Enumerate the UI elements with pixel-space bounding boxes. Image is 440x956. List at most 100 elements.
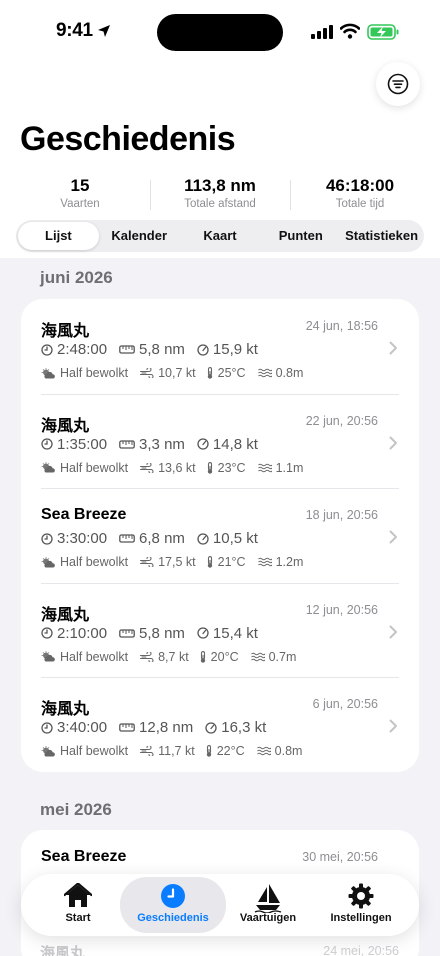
sailboat-icon (254, 884, 282, 913)
dynamic-island (157, 14, 283, 51)
stat-label: Vaarten (60, 198, 100, 210)
speedometer-icon (197, 533, 209, 545)
stat-trips: 15 Vaarten (10, 176, 150, 216)
filter-button[interactable] (376, 62, 420, 106)
trip-speed: 15,4 kt (212, 624, 258, 642)
waves-icon (257, 463, 272, 472)
segment-lijst[interactable]: Lijst (18, 222, 99, 250)
status-time: 9:41 (56, 20, 93, 41)
trip-temperature: 20°C (210, 649, 239, 664)
tab-bar: Start Geschiedenis Vaartuigen Instelling… (21, 874, 419, 936)
trip-date: 18 jun, 20:56 (305, 508, 378, 523)
trip-wind: 10,7 kt (158, 366, 196, 380)
trip-date: 22 jun, 20:56 (305, 413, 378, 428)
trip-date-faded: 24 mei, 20:56 (323, 944, 399, 956)
page-title: Geschiedenis (20, 120, 236, 158)
chevron-right-icon (389, 719, 397, 733)
trip-duration: 2:10:00 (57, 624, 108, 642)
status-bar: 9:41 (0, 0, 440, 60)
history-clock-icon (161, 884, 185, 908)
trip-temperature: 25°C (217, 366, 246, 380)
partly-cloudy-icon (41, 556, 55, 568)
trip-weather: Half bewolkt (60, 460, 129, 475)
segment-kalender[interactable]: Kalender (99, 222, 180, 250)
thermometer-icon (207, 461, 212, 474)
trip-date: 6 jun, 20:56 (312, 697, 378, 712)
clock-icon (41, 627, 53, 639)
clock-icon (41, 343, 53, 356)
waves-icon (250, 652, 265, 662)
trip-date: 12 jun, 20:56 (305, 602, 378, 617)
view-segmented-control: Lijst Kalender Kaart Punten Statistieken (16, 220, 424, 252)
chevron-right-icon (389, 341, 397, 355)
wind-icon (140, 557, 154, 568)
trip-distance: 12,8 nm (139, 719, 194, 737)
partly-cloudy-icon (41, 462, 55, 473)
trip-weather: Half bewolkt (60, 555, 129, 570)
trip-row[interactable]: 海風丸 6 jun, 20:56 3:40:00 12,8 nm 16,3 kt… (21, 677, 419, 772)
stat-value: 113,8 nm (184, 176, 256, 195)
trip-row[interactable]: 海風丸 12 jun, 20:56 2:10:00 5,8 nm 15,4 kt… (21, 582, 419, 678)
trip-row[interactable]: Sea Breeze 18 jun, 20:56 3:30:00 6,8 nm … (21, 488, 419, 583)
speedometer-icon (197, 627, 209, 639)
location-arrow-icon (98, 25, 110, 37)
ruler-icon (119, 534, 135, 543)
segment-kaart[interactable]: Kaart (180, 222, 261, 250)
trip-wind: 17,5 kt (158, 555, 196, 570)
tab-label: Geschiedenis (137, 912, 209, 924)
trip-duration: 2:48:00 (57, 341, 108, 358)
trip-vessel-name: 海風丸 (41, 323, 90, 340)
segment-punten[interactable]: Punten (260, 222, 341, 250)
trip-waves: 1.1m (275, 460, 304, 475)
wind-icon (140, 651, 154, 662)
tab-start[interactable]: Start (33, 874, 123, 936)
tab-label: Start (65, 912, 91, 924)
stat-label: Totale tijd (335, 198, 385, 210)
trip-conditions: Half bewolkt 17,5 kt 21°C 1.2m (41, 555, 303, 569)
speedometer-icon (197, 343, 209, 356)
clock-icon (41, 438, 53, 450)
thermometer-icon (207, 556, 212, 568)
tab-instellingen[interactable]: Instellingen (316, 874, 406, 936)
trip-row[interactable]: 海風丸 22 jun, 20:56 1:35:00 3,3 nm 14,8 kt… (21, 393, 419, 489)
waves-icon (257, 368, 272, 378)
tab-geschiedenis[interactable]: Geschiedenis (120, 877, 226, 933)
ruler-icon (119, 439, 135, 449)
header: Geschiedenis 15 Vaarten 113,8 nm Totale … (0, 60, 440, 258)
trip-conditions: Half bewolkt 8,7 kt 20°C 0.7m (41, 650, 296, 664)
filter-icon (387, 73, 409, 95)
trip-metrics: 2:10:00 5,8 nm 15,4 kt (41, 625, 258, 642)
trip-duration: 3:30:00 (57, 530, 108, 548)
tab-vaartuigen[interactable]: Vaartuigen (223, 874, 313, 936)
segment-statistieken[interactable]: Statistieken (341, 222, 422, 250)
tab-label: Vaartuigen (239, 912, 297, 924)
summary-stats: 15 Vaarten 113,8 nm Totale afstand 46:18… (10, 176, 430, 216)
ruler-icon (119, 629, 135, 638)
thermometer-icon (200, 650, 205, 663)
trip-temperature: 23°C (217, 460, 246, 475)
trip-speed: 15,9 kt (212, 341, 258, 358)
section-header-june: juni 2026 (40, 268, 113, 287)
cellular-signal-icon (311, 25, 333, 39)
wind-icon (140, 746, 154, 757)
trip-conditions: Half bewolkt 11,7 kt 22°C 0.8m (41, 744, 302, 758)
stat-value: 15 (70, 176, 90, 195)
tab-label: Instellingen (330, 912, 392, 924)
wind-icon (140, 368, 154, 378)
trip-vessel-name-faded: 海風丸 (40, 945, 86, 956)
trip-conditions: Half bewolkt 10,7 kt 25°C 0.8m (41, 366, 303, 380)
speedometer-icon (197, 438, 209, 450)
trip-waves: 0.8m (274, 744, 303, 759)
trip-speed: 16,3 kt (221, 719, 267, 737)
trip-vessel-name: Sea Breeze (41, 506, 127, 524)
trip-speed: 14,8 kt (212, 435, 258, 453)
partly-cloudy-icon (41, 367, 55, 378)
trip-row[interactable]: 海風丸 24 jun, 18:56 2:48:00 5,8 nm 15,9 kt… (21, 299, 419, 394)
chevron-right-icon (389, 436, 397, 450)
house-icon (64, 883, 92, 907)
trip-metrics: 3:40:00 12,8 nm 16,3 kt (41, 719, 266, 736)
trip-distance: 5,8 nm (139, 624, 185, 642)
stat-distance: 113,8 nm Totale afstand (150, 176, 290, 216)
trip-vessel-name: Sea Breeze (41, 848, 127, 865)
trip-vessel-name: 海風丸 (41, 417, 90, 435)
